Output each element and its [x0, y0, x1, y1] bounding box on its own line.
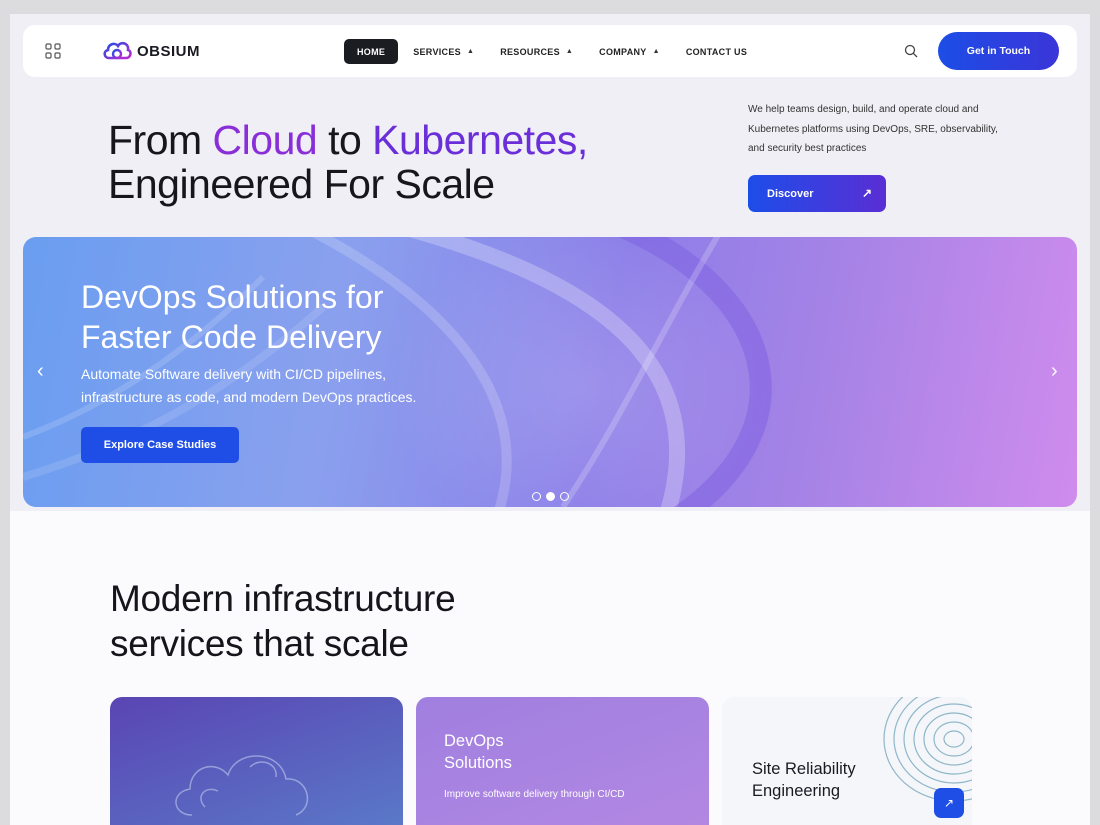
card-devops-title: DevOps Solutions [444, 730, 512, 774]
hero-title-kubernetes: Kubernetes, [372, 117, 588, 163]
card-devops-title-line1: DevOps [444, 732, 504, 750]
carousel-dots [532, 492, 569, 501]
chevron-left-icon[interactable]: ‹ [37, 361, 44, 381]
discover-button[interactable]: Discover ↗ [748, 175, 886, 212]
chevron-right-icon[interactable]: › [1051, 361, 1058, 381]
nav-services-label: SERVICES [413, 46, 461, 57]
card-devops-title-line2: Solutions [444, 754, 512, 772]
card-sre-title: Site Reliability Engineering [752, 758, 856, 802]
banner-title-line2: Faster Code Delivery [81, 319, 382, 355]
carousel-dot-2[interactable] [546, 492, 555, 501]
banner-desc-line1: Automate Software delivery with CI/CD pi… [81, 366, 387, 382]
nav-contact-label: CONTACT US [685, 46, 748, 57]
hero-carousel: DevOps Solutions for Faster Code Deliver… [23, 237, 1077, 507]
search-icon[interactable] [904, 44, 918, 58]
banner-title: DevOps Solutions for Faster Code Deliver… [81, 277, 383, 357]
hero-title-cloud: Cloud [212, 117, 318, 163]
services-heading-line1: Modern infrastructure [110, 578, 456, 619]
cloud-logo-icon [103, 41, 132, 60]
arrow-up-right-icon: ↗ [861, 186, 872, 200]
main-menu: HOME SERVICES ▲ RESOURCES ▲ COMPANY ▲ CO… [344, 39, 747, 64]
nav-resources[interactable]: RESOURCES ▲ [500, 39, 573, 64]
nav-home-label: HOME [357, 46, 386, 57]
brand-name: OBSIUM [137, 42, 200, 60]
card-sre-title-line1: Site Reliability [752, 760, 856, 778]
explore-case-studies-button[interactable]: Explore Case Studies [81, 427, 239, 463]
hero-title-part1: From [108, 117, 213, 163]
get-in-touch-button[interactable]: Get in Touch [938, 32, 1059, 70]
nav-company-label: COMPANY [599, 46, 647, 57]
service-card-cloud[interactable] [110, 697, 403, 825]
nav-contact[interactable]: CONTACT US [686, 39, 747, 64]
caret-icon: ▲ [565, 48, 574, 55]
card-devops-description: Improve software delivery through CI/CD [444, 789, 625, 800]
banner-title-line1: DevOps Solutions for [81, 279, 384, 315]
nav-company[interactable]: COMPANY ▲ [599, 39, 660, 64]
card-sre-title-line2: Engineering [752, 782, 841, 800]
nav-resources-label: RESOURCES [500, 46, 560, 57]
service-card-sre[interactable]: Site Reliability Engineering ↗ [722, 697, 972, 825]
nav-services[interactable]: SERVICES ▲ [413, 39, 474, 64]
hero-title-part2: to [317, 117, 373, 163]
services-heading: Modern infrastructure services that scal… [110, 576, 456, 666]
top-navbar: OBSIUM HOME SERVICES ▲ RESOURCES ▲ COMPA… [23, 25, 1077, 77]
carousel-dot-1[interactable] [532, 492, 541, 501]
arrow-up-right-icon[interactable]: ↗ [934, 788, 964, 818]
nav-home[interactable]: HOME [344, 39, 399, 64]
banner-desc-line2: infrastructure as code, and modern DevOp… [81, 389, 417, 405]
caret-icon: ▲ [652, 48, 660, 55]
discover-label: Discover [767, 187, 814, 200]
brand-logo[interactable]: OBSIUM [101, 38, 200, 64]
services-heading-line2: services that scale [110, 623, 409, 664]
carousel-dot-3[interactable] [560, 492, 569, 501]
hero-description: We help teams design, build, and operate… [748, 104, 998, 154]
cloud-icon [175, 755, 309, 816]
grid-menu-icon[interactable] [45, 43, 61, 59]
caret-icon: ▲ [466, 48, 475, 55]
service-card-devops[interactable]: DevOps Solutions Improve software delive… [416, 697, 709, 825]
banner-description: Automate Software delivery with CI/CD pi… [81, 363, 416, 409]
hero-title: From Cloud to Kubernetes, Engineered For… [108, 118, 588, 206]
hero-title-line2: Engineered For Scale [108, 161, 495, 207]
